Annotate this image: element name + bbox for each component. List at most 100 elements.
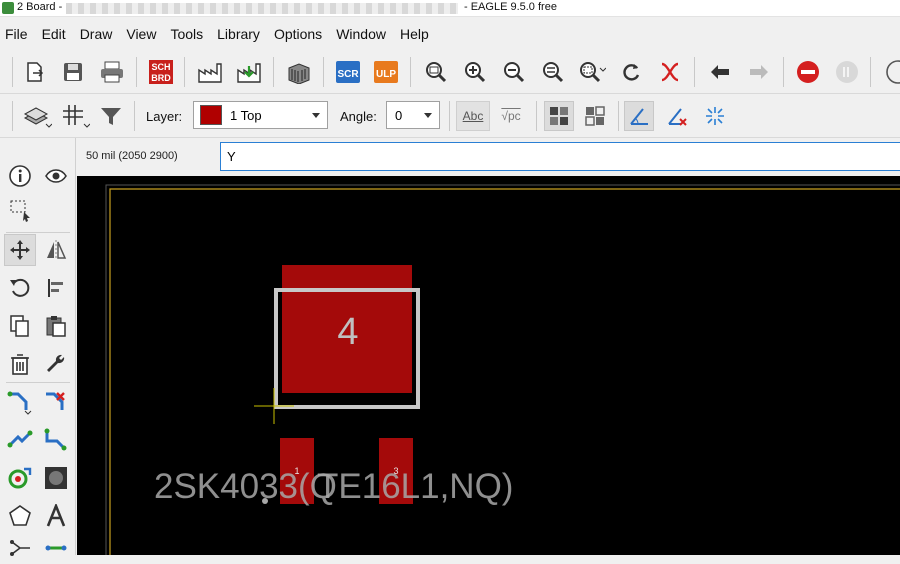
- polygon-tool[interactable]: [4, 500, 36, 532]
- layer-select[interactable]: 1 Top: [193, 101, 328, 129]
- text-rotate-button[interactable]: √pc: [494, 101, 528, 131]
- toolbar-separator: [184, 57, 185, 87]
- change-tool[interactable]: [40, 348, 72, 380]
- show-tool[interactable]: [40, 160, 72, 192]
- toolbar-separator: [618, 101, 619, 131]
- text-vertical-reading-button[interactable]: Abc: [456, 101, 490, 131]
- angle-select[interactable]: 0: [386, 101, 440, 129]
- net-tool[interactable]: [4, 532, 36, 564]
- ratsnest-button[interactable]: [655, 57, 685, 87]
- palette-separator: [6, 382, 70, 383]
- toolbar-separator: [273, 57, 274, 87]
- ulp-label: ULP: [376, 69, 396, 80]
- toolbar-separator: [870, 57, 871, 87]
- help-button[interactable]: [878, 57, 900, 87]
- parameter-toolbar: Layer: 1 Top Angle: 0 Abc √pc: [0, 94, 900, 138]
- scr-label: SCR: [337, 69, 359, 80]
- menu-library[interactable]: Library: [217, 26, 260, 42]
- menu-options[interactable]: Options: [274, 26, 322, 42]
- save-button[interactable]: [58, 57, 88, 87]
- 3d-view-button[interactable]: [283, 57, 313, 87]
- toolbar-grip: [12, 101, 13, 131]
- autorouter-tool[interactable]: [4, 424, 36, 456]
- menu-window[interactable]: Window: [336, 26, 386, 42]
- hole-icon: [45, 467, 67, 489]
- go-button[interactable]: [832, 57, 862, 87]
- menu-edit[interactable]: Edit: [42, 26, 66, 42]
- angle-snap-off-icon: [668, 108, 687, 126]
- net-icon: [10, 540, 30, 556]
- rotate-tool[interactable]: [4, 272, 36, 304]
- move-tool[interactable]: [4, 234, 36, 266]
- layer-color-swatch: [200, 105, 222, 125]
- snap-angle-button[interactable]: [624, 101, 654, 131]
- ratsnest-icon: [661, 62, 679, 82]
- snap-off-button[interactable]: [662, 101, 692, 131]
- toolbar-separator: [536, 101, 537, 131]
- redo-button[interactable]: [744, 57, 774, 87]
- open-file-button[interactable]: [20, 57, 50, 87]
- menu-help[interactable]: Help: [400, 26, 429, 42]
- command-input[interactable]: [220, 142, 900, 171]
- redraw-button[interactable]: [616, 57, 646, 87]
- menu-tools[interactable]: Tools: [170, 26, 203, 42]
- copy-tool[interactable]: [4, 310, 36, 342]
- ripup-tool[interactable]: [40, 386, 72, 418]
- run-ulp-button[interactable]: ULP: [371, 57, 401, 87]
- stop-button[interactable]: [793, 57, 823, 87]
- delete-tool[interactable]: [4, 348, 36, 380]
- signal-icon: [45, 545, 67, 551]
- grid-button[interactable]: [60, 101, 90, 131]
- signal-tool[interactable]: [40, 532, 72, 564]
- toolbar-separator: [410, 57, 411, 87]
- layer-label: Layer:: [146, 109, 183, 124]
- spark-icon: [706, 107, 724, 125]
- align-free-button[interactable]: [580, 101, 610, 131]
- via-tool[interactable]: [4, 462, 36, 494]
- align-grid-button[interactable]: [544, 101, 574, 131]
- manufacturing-button[interactable]: [234, 57, 264, 87]
- open-file-icon: [27, 62, 44, 82]
- paste-tool[interactable]: [40, 310, 72, 342]
- board-drawing: 4 1 3 2SK4033(Q TE16L1,NQ): [77, 176, 900, 555]
- undo-button[interactable]: [705, 57, 735, 87]
- toolbar-separator: [694, 57, 695, 87]
- window-title: 2 Board -: [17, 1, 63, 13]
- zoom-out-button[interactable]: [499, 57, 529, 87]
- menu-draw[interactable]: Draw: [80, 26, 113, 42]
- zoom-fit-button[interactable]: [421, 57, 451, 87]
- abc-label: Abc: [462, 109, 484, 123]
- group-tool[interactable]: [4, 194, 36, 226]
- zoom-in-button[interactable]: [460, 57, 490, 87]
- board-canvas[interactable]: 4 1 3 2SK4033(Q TE16L1,NQ): [77, 176, 900, 555]
- run-script-button[interactable]: SCR: [333, 57, 363, 87]
- optimize-tool[interactable]: [40, 424, 72, 456]
- vpc-label: √pc: [501, 109, 521, 123]
- zoom-select-button[interactable]: [577, 57, 607, 87]
- hole-tool[interactable]: [40, 462, 72, 494]
- layer-settings-button[interactable]: [22, 101, 52, 131]
- zoom-last-button[interactable]: [538, 57, 568, 87]
- print-button[interactable]: [97, 57, 127, 87]
- info-tool[interactable]: [4, 160, 36, 192]
- sch-brd-switch-button[interactable]: SCH BRD: [146, 57, 176, 87]
- magnetic-button[interactable]: [700, 101, 730, 131]
- optimize-route-icon: [44, 428, 67, 451]
- ripup-icon: [46, 392, 65, 410]
- 3d-box-icon: [288, 63, 310, 84]
- zoom-out-icon: [504, 62, 525, 83]
- cam-processor-button[interactable]: [195, 57, 225, 87]
- text-tool[interactable]: [40, 500, 72, 532]
- mirror-tool[interactable]: [40, 234, 72, 266]
- menu-view[interactable]: View: [126, 26, 156, 42]
- align-tool[interactable]: [40, 272, 72, 304]
- group-select-icon: [10, 200, 30, 222]
- filter-button[interactable]: [96, 101, 126, 131]
- toolbar-separator: [136, 57, 137, 87]
- toolbar-separator: [449, 101, 450, 131]
- zoom-select-icon: [580, 62, 606, 83]
- align-left-icon: [48, 279, 63, 297]
- menu-file[interactable]: File: [5, 26, 28, 42]
- undo-icon: [711, 65, 729, 79]
- route-tool[interactable]: [4, 386, 36, 418]
